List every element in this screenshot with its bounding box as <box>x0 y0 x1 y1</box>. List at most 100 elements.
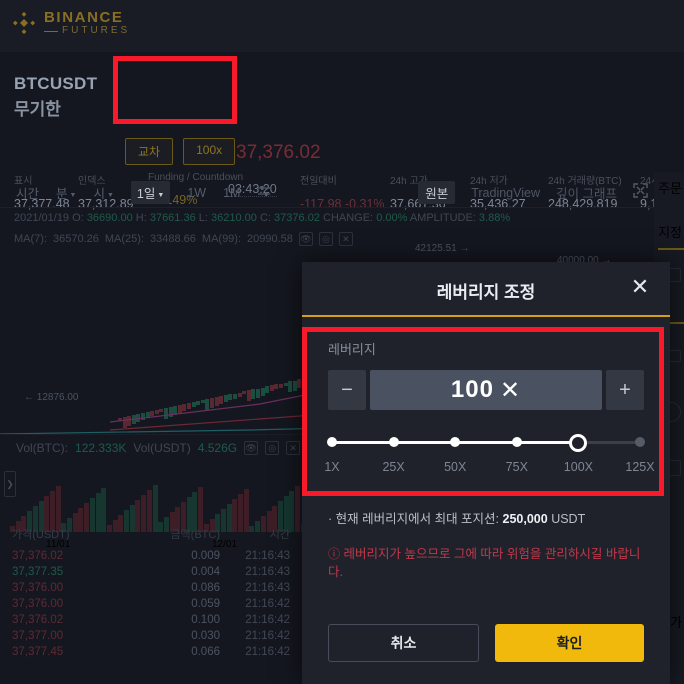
leverage-increment-button[interactable]: + <box>606 370 644 410</box>
risk-warning-text: 레버리지가 높으므로 그에 따라 위험을 관리하시길 바랍니다. <box>328 547 641 580</box>
sidebar-extra-label: 가 <box>670 615 682 630</box>
vol-usdt-value: 4.526G <box>197 441 238 455</box>
slider-tick-label-100x[interactable]: 100X <box>564 460 593 474</box>
trade-time: 21:16:43 <box>245 550 290 562</box>
chart-tab-깊이 그래프[interactable]: 깊이 그래프 <box>556 183 617 202</box>
confirm-button[interactable]: 확인 <box>495 624 644 662</box>
trade-amount: 0.086 <box>191 582 220 594</box>
slider-tick-label-125x[interactable]: 125X <box>625 460 654 474</box>
chart-view-tabs: 원본 TradingView 깊이 그래프 <box>418 181 648 204</box>
leverage-field-label: 레버리지 <box>328 342 376 357</box>
interval-1M[interactable]: 1M <box>223 186 240 200</box>
ohlc-close-label: C: <box>259 212 271 224</box>
target-icon[interactable]: ◎ <box>265 441 280 455</box>
symbol-name: BTCUSDT <box>14 74 98 93</box>
chevron-down-icon: ▼ <box>106 192 114 199</box>
trade-time: 21:16:43 <box>245 566 290 578</box>
ticker-bar: BTCUSDT 무기한 교차 100x 37,376.02 표시 37,377.4… <box>0 56 684 211</box>
binance-logo[interactable]: BINANCE FUTURES <box>12 10 130 36</box>
trade-price: 37,376.02 <box>12 550 64 562</box>
trade-price: 37,377.45 <box>12 646 64 658</box>
slider-tick-75x[interactable] <box>511 437 522 447</box>
slider-tick-label-1x[interactable]: 1X <box>324 460 339 474</box>
trade-price: 37,376.00 <box>12 582 64 594</box>
symbol-block[interactable]: BTCUSDT 무기한 <box>14 74 97 120</box>
max-position-label: · 현재 레버리지에서 최대 포지션: <box>328 512 500 526</box>
trade-time: 21:16:43 <box>245 582 290 594</box>
cancel-button[interactable]: 취소 <box>328 624 479 662</box>
interval-label: 시 <box>93 187 105 201</box>
close-icon[interactable]: ✕ <box>286 441 301 455</box>
chart-settings-icon[interactable] <box>257 185 271 200</box>
interval-label: 1일 <box>136 187 156 201</box>
leverage-dialog: 레버리지 조정 ✕ 레버리지 − 100 ✕ + 1X 25X 50X 75X 100X… <box>302 262 670 684</box>
ohlc-readout: 2021/01/19 O: 36690.00 H: 37661.36 L: 36… <box>14 212 510 224</box>
slider-thumb[interactable] <box>569 434 588 452</box>
vol-usdt-label: Vol(USDT) <box>133 441 191 455</box>
fullscreen-icon[interactable] <box>633 182 648 203</box>
vol-btc-label: Vol(BTC): <box>16 441 69 455</box>
close-icon[interactable]: ✕ <box>628 276 652 300</box>
chart-tab-원본[interactable]: 원본 <box>418 181 456 204</box>
eye-icon[interactable]: 👁 <box>244 441 259 455</box>
trade-amount: 0.030 <box>191 630 220 642</box>
max-position-unit: USDT <box>551 512 586 526</box>
trade-time: 21:16:42 <box>245 630 290 642</box>
trades-header-row: 가격(USDT) 금액(BTC) 시간 <box>0 522 300 548</box>
sidebar-tab-limit[interactable]: 지정 <box>658 222 682 241</box>
trade-price: 37,376.00 <box>12 598 64 610</box>
contract-type: 무기한 <box>14 100 61 119</box>
sidebar-tab-order[interactable]: 주문 <box>658 178 682 197</box>
interval-1일[interactable]: 1일 ▼ <box>130 181 171 204</box>
chart-tab-TradingView[interactable]: TradingView <box>471 186 540 200</box>
slider-tick-label-75x[interactable]: 75X <box>506 460 528 474</box>
ohlc-low: 36210.00 <box>211 212 257 224</box>
margin-mode-badge[interactable]: 교차 <box>125 138 174 165</box>
slider-tick-label-50x[interactable]: 50X <box>444 460 466 474</box>
trade-amount: 0.066 <box>191 646 220 658</box>
ohlc-low-label: L: <box>198 212 208 224</box>
ohlc-open: 36690.00 <box>86 212 133 224</box>
trade-amount: 0.100 <box>191 614 220 626</box>
table-row: 37,377.00 0.030 21:16:42 <box>0 628 300 644</box>
column-header-time: 시간 <box>269 529 290 541</box>
leverage-badge[interactable]: 100x <box>183 138 236 165</box>
leverage-slider-labels: 1X 25X 50X 75X 100X 125X <box>324 460 654 478</box>
table-row: 37,376.00 0.059 21:16:42 <box>0 596 300 612</box>
dialog-body: 레버리지 − 100 ✕ + 1X 25X 50X 75X 100X 125X <box>302 317 670 478</box>
chevron-right-icon[interactable]: ❯ <box>4 471 16 497</box>
sidebar-tab-underline <box>658 248 684 250</box>
dialog-title: 레버리지 조정 <box>436 283 536 302</box>
binance-futures-app: BINANCE FUTURES BTCUSDT 무기한 교차 100x 37,3… <box>0 0 684 684</box>
interval-label: 1M <box>223 185 241 200</box>
slider-tick-25x[interactable] <box>388 437 399 447</box>
trade-price: 37,377.35 <box>12 566 64 578</box>
trades-body: 37,376.02 0.009 21:16:43 37,377.35 0.004 21:1… <box>0 548 300 660</box>
interval-1W[interactable]: 1W <box>187 186 206 200</box>
slider-tick-1x[interactable] <box>327 437 337 447</box>
chevron-down-icon: ▼ <box>157 192 165 199</box>
column-header-amount: 금액(BTC) <box>170 529 220 541</box>
leverage-stepper: − 100 ✕ + <box>328 370 644 410</box>
ohlc-date: 2021/01/19 <box>14 212 70 224</box>
interval-selector: 시간 분 ▼ 시 ▼ 1일 ▼ 1W 1M <box>16 181 271 204</box>
last-price: 37,376.02 <box>236 142 321 163</box>
slider-tick-125x[interactable] <box>635 437 645 447</box>
table-row: 37,376.02 0.009 21:16:43 <box>0 548 300 564</box>
brand-name: BINANCE <box>44 9 124 26</box>
leverage-decrement-button[interactable]: − <box>328 370 366 410</box>
slider-track-remaining <box>578 441 640 444</box>
brand-dash <box>44 30 58 32</box>
slider-tick-label-25x[interactable]: 25X <box>382 460 404 474</box>
trade-amount: 0.004 <box>191 566 220 578</box>
leverage-input[interactable]: 100 ✕ <box>370 370 602 410</box>
trade-time: 21:16:42 <box>245 646 290 658</box>
brand-sub-text: FUTURES <box>62 24 131 36</box>
ohlc-open-label: O: <box>72 212 84 224</box>
interval-분[interactable]: 분 ▼ <box>56 183 76 202</box>
max-position-note: · 현재 레버리지에서 최대 포지션: 250,000 USDT <box>328 508 644 527</box>
interval-시간[interactable]: 시간 <box>16 183 39 202</box>
leverage-slider[interactable] <box>327 434 645 452</box>
interval-시[interactable]: 시 ▼ <box>93 183 113 202</box>
slider-tick-50x[interactable] <box>450 437 461 447</box>
